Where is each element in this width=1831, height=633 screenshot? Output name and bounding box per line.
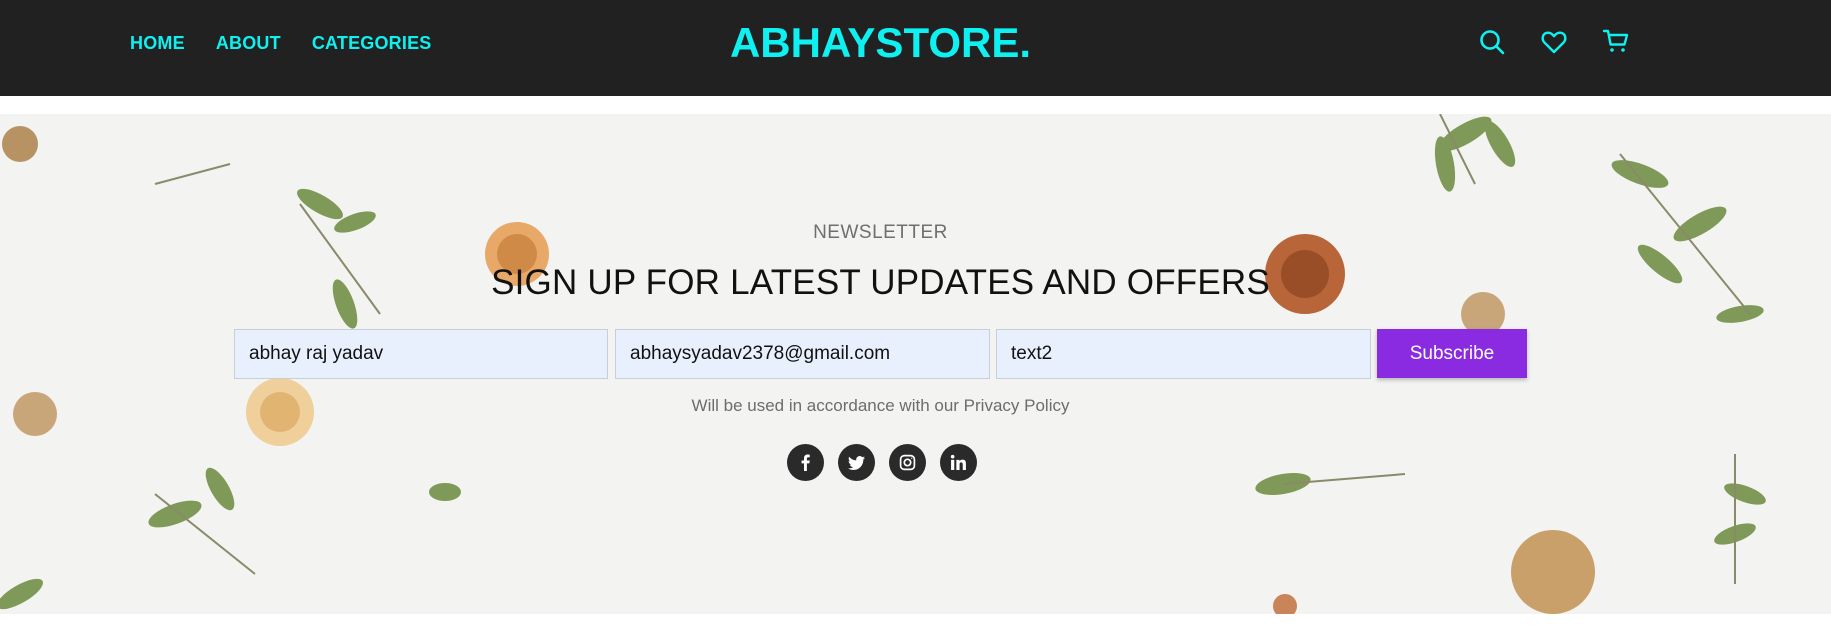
newsletter-headline: SIGN UP FOR LATEST UPDATES AND OFFERS (491, 263, 1270, 302)
header-actions (1478, 28, 1630, 56)
twitter-icon[interactable] (838, 444, 875, 481)
facebook-icon[interactable] (787, 444, 824, 481)
site-header: HOME ABOUT CATEGORIES ABHAYSTORE. (0, 0, 1831, 96)
third-input[interactable] (996, 329, 1371, 379)
newsletter-section: NEWSLETTER SIGN UP FOR LATEST UPDATES AN… (0, 114, 1831, 614)
linkedin-icon[interactable] (940, 444, 977, 481)
subscribe-button[interactable]: Subscribe (1377, 329, 1527, 378)
search-icon[interactable] (1478, 28, 1506, 56)
cart-icon[interactable] (1602, 28, 1630, 56)
privacy-policy-note: Will be used in accordance with our Priv… (691, 396, 1070, 415)
name-input[interactable] (234, 329, 608, 379)
newsletter-eyebrow: NEWSLETTER (813, 222, 948, 243)
instagram-icon[interactable] (889, 444, 926, 481)
heart-icon[interactable] (1540, 28, 1568, 56)
social-links (787, 444, 977, 481)
email-input[interactable] (615, 329, 990, 379)
